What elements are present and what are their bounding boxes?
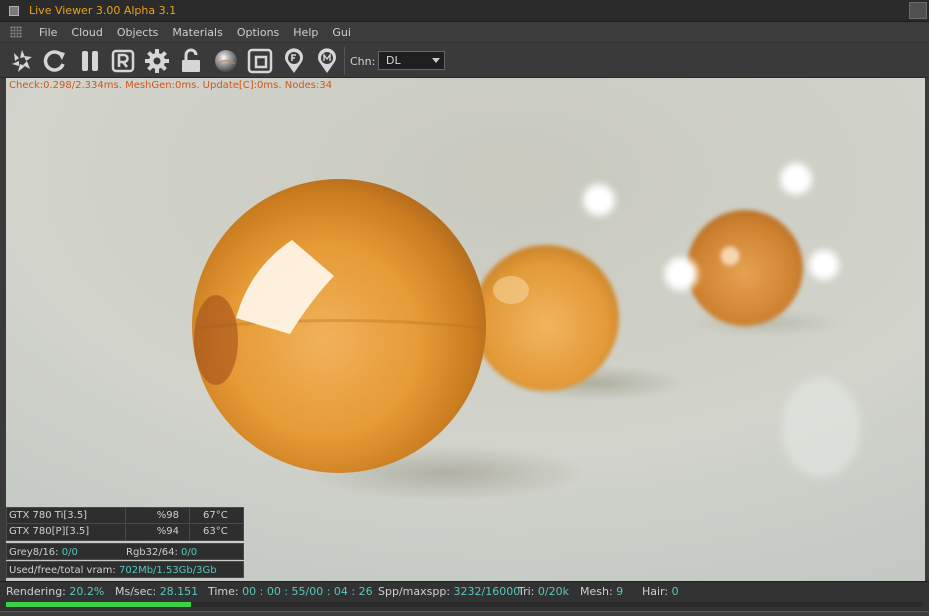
texture-memory-row: Grey8/16: 0/0 Rgb32/64: 0/0 [6,543,244,560]
render-stats-line: Check:0.298/2.334ms. MeshGen:0ms. Update… [9,80,333,91]
viewport-frame-button[interactable] [246,47,274,75]
grey-value: 0/0 [61,547,78,558]
time-value: 00 : 00 : 55/00 : 04 : 26 [242,585,373,598]
spp-value: 3232/16000 [453,585,521,598]
settings-button[interactable] [143,47,171,75]
menu-grip-icon [10,26,22,38]
lock-button[interactable] [177,47,205,75]
mesh-label: Mesh: [580,585,613,598]
channel-select-value: DL [386,54,401,67]
region-render-button[interactable] [109,47,137,75]
channel-label: Chn: [350,55,376,68]
toolbar-separator [344,47,345,75]
pause-button[interactable] [76,47,104,75]
sphere-icon [215,50,237,72]
time-label: Time: [208,585,239,598]
window-title: Live Viewer 3.00 Alpha 3.1 [29,4,177,17]
grey-label: Grey8/16: [9,547,59,558]
menu-materials[interactable]: Materials [165,26,229,39]
rendering-label: Rendering: [6,585,66,598]
gpu-usage: %94 [126,524,190,540]
gear-icon [145,49,169,73]
refresh-icon [43,50,65,72]
rgb-value: 0/0 [181,547,198,558]
render-image [6,78,925,581]
vram-label: Used/free/total vram: [9,565,116,576]
menu-options[interactable]: Options [230,26,286,39]
gpu-row: GTX 780 Ti[3.5] %98 67°C [7,508,243,524]
focus-pick-button[interactable] [280,47,308,75]
lock-open-icon [182,48,200,72]
mesh-value: 9 [616,585,624,598]
menu-objects[interactable]: Objects [110,26,166,39]
rendering-value: 20.2% [69,585,105,598]
region-r-icon [111,49,135,73]
vram-row: Used/free/total vram: 702Mb/1.53Gb/3Gb [6,561,244,578]
ms-value: 28.151 [159,585,199,598]
frame-icon [247,48,273,74]
pause-icon [82,51,98,71]
status-bar: Rendering: 20.2% Ms/sec: 28.151 Time: 00… [0,581,929,616]
menu-help[interactable]: Help [286,26,325,39]
channel-select[interactable]: DL [378,51,445,70]
pin-m-icon [318,48,336,73]
material-preview-button[interactable] [212,47,240,75]
window-menu-icon[interactable] [9,5,19,16]
material-pick-button[interactable] [313,47,341,75]
gpu-name: GTX 780[P][3.5] [7,524,126,540]
title-bar: Live Viewer 3.00 Alpha 3.1 [0,0,929,22]
tri-label: Tri: [518,585,535,598]
hair-label: Hair: [642,585,669,598]
pin-f-icon [285,48,303,73]
spp-label: Spp/maxspp: [378,585,451,598]
hair-value: 0 [671,585,679,598]
rgb-label: Rgb32/64: [126,547,178,558]
restart-button[interactable] [41,47,69,75]
gpu-row: GTX 780[P][3.5] %94 63°C [7,524,243,540]
gpu-name: GTX 780 Ti[3.5] [7,508,126,523]
render-settings-button[interactable] [8,47,36,75]
gpu-temp: 63°C [203,526,228,537]
gpu-temp: 67°C [203,510,228,521]
ms-label: Ms/sec: [115,585,157,598]
menu-file[interactable]: File [32,26,64,39]
render-progress-fill [6,602,192,607]
toolbar: Chn: DL [0,42,929,78]
aperture-icon [12,50,32,72]
window-close-button[interactable] [909,2,927,19]
gpu-usage: %98 [126,508,190,523]
bottom-strip [0,611,929,616]
menu-bar: File Cloud Objects Materials Options Hel… [0,22,929,42]
menu-cloud[interactable]: Cloud [64,26,109,39]
render-viewport[interactable]: Check:0.298/2.334ms. MeshGen:0ms. Update… [6,78,925,581]
render-progress-bar [6,602,923,607]
gpu-table: GTX 780 Ti[3.5] %98 67°C GTX 780[P][3.5]… [6,507,244,541]
menu-gui[interactable]: Gui [325,26,358,39]
tri-value: 0/20k [537,585,569,598]
vram-value: 702Mb/1.53Gb/3Gb [118,565,217,576]
chevron-down-icon [432,58,440,63]
